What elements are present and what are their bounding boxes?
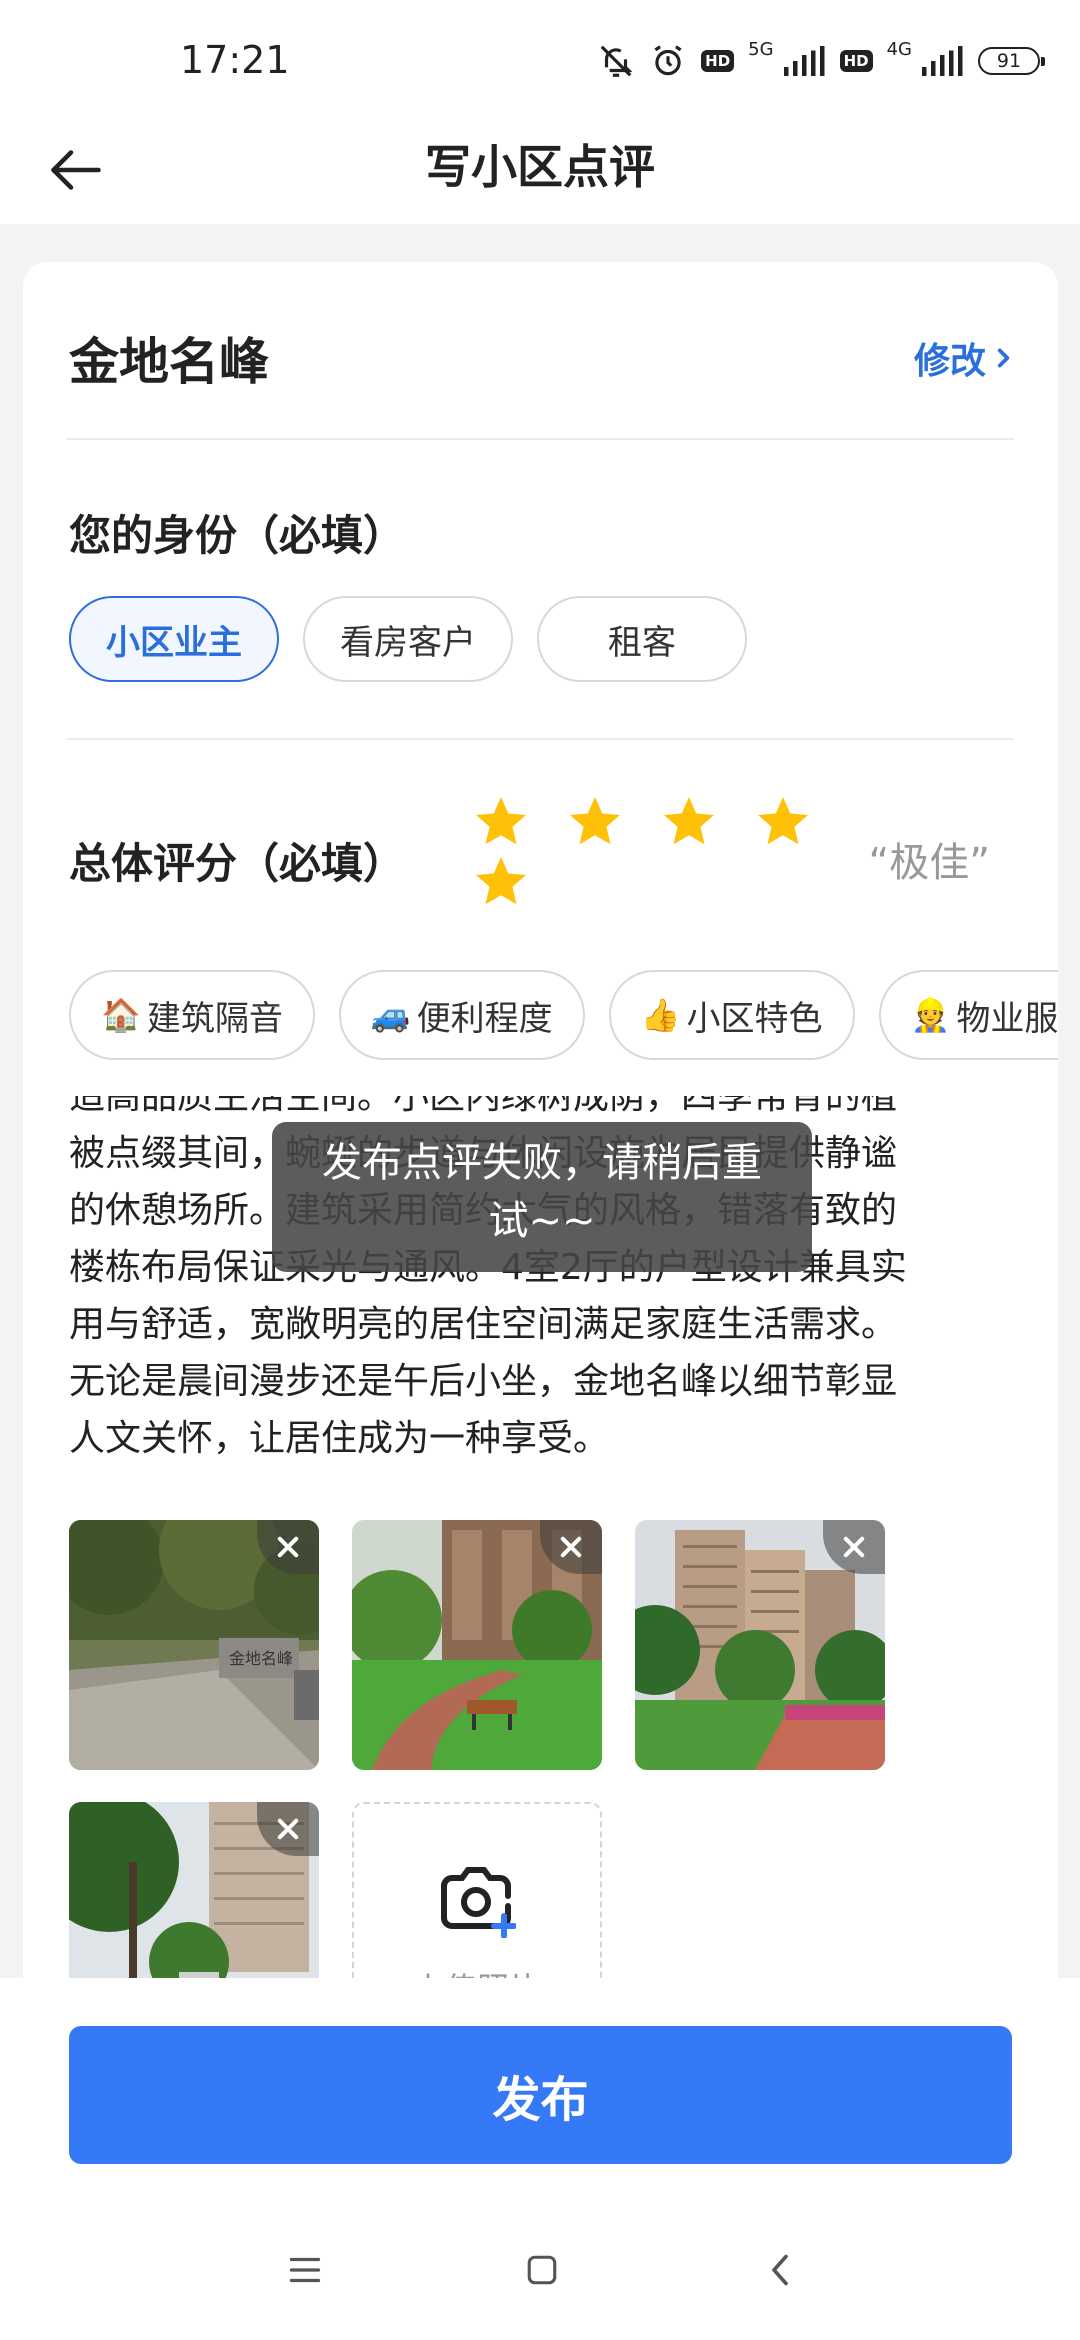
camera-add-icon <box>441 1867 516 1938</box>
car-icon: 🚙 <box>370 996 411 1034</box>
status-time: 17:21 <box>180 38 290 82</box>
error-toast: 发布点评失败，请稍后重试~~ <box>272 1122 812 1272</box>
star-icon[interactable] <box>565 792 625 852</box>
review-line: 无论是晨间漫步还是午后小坐，金地名峰以细节彰显 <box>69 1361 898 1402</box>
network-4g-label: 4G <box>886 38 912 60</box>
community-name: 金地名峰 <box>69 333 269 391</box>
hd-badge-2: HD <box>839 50 873 72</box>
signal-icon-2 <box>922 46 964 76</box>
identity-options: 小区业主 看房客户 租客 <box>69 596 747 682</box>
star-icon[interactable] <box>659 792 719 852</box>
star-icon[interactable] <box>471 852 531 912</box>
edit-community-link[interactable]: 修改 <box>914 332 1016 384</box>
battery-icon: 91 <box>978 47 1045 75</box>
rating-title: 总体评分（必填） <box>69 839 406 888</box>
close-icon <box>277 1536 299 1558</box>
back-nav-button[interactable] <box>740 2230 820 2310</box>
divider <box>67 738 1014 740</box>
photo-garden-path[interactable] <box>352 1520 602 1770</box>
thumbs-up-icon: 👍 <box>640 996 681 1034</box>
system-nav-bar <box>0 2230 1080 2310</box>
star-icon[interactable] <box>471 792 531 852</box>
close-icon <box>843 1536 865 1558</box>
alarm-icon <box>649 42 687 80</box>
identity-visitor-chip[interactable]: 看房客户 <box>303 596 513 682</box>
tag-property-service[interactable]: 👷 物业服务 <box>878 970 1058 1060</box>
review-line: 人文关怀，让居住成为一种享受。 <box>69 1418 610 1459</box>
signal-icon <box>783 46 826 76</box>
mute-bell-icon <box>597 42 635 80</box>
home-square-icon <box>527 2255 557 2285</box>
header: 写小区点评 <box>0 120 1080 224</box>
identity-title: 您的身份（必填） <box>69 511 406 560</box>
photo-entrance[interactable]: 金地名峰 <box>69 1520 319 1770</box>
identity-owner-chip[interactable]: 小区业主 <box>69 596 279 682</box>
review-line: 造高品质生活空间。小区内绿树成荫，四季常青的植 <box>69 1096 898 1117</box>
chevron-right-icon <box>997 348 1010 368</box>
page-title: 写小区点评 <box>425 140 655 194</box>
star-rating <box>471 792 851 912</box>
review-line: 用与舒适，宽敞明亮的居住空间满足家庭生活需求。 <box>69 1304 898 1345</box>
chevron-left-icon <box>772 2254 788 2286</box>
bottom-bar: 发布 <box>0 1978 1080 2340</box>
status-icons: HD 5G HD 4G 91 <box>597 36 1045 86</box>
entrance-sign: 金地名峰 <box>229 1649 293 1668</box>
rating-text: “极佳” <box>868 840 990 886</box>
identity-tenant-chip[interactable]: 租客 <box>537 596 747 682</box>
photo-towers[interactable] <box>635 1520 885 1770</box>
tag-convenience[interactable]: 🚙 便利程度 <box>338 970 585 1060</box>
tag-label: 小区特色 <box>686 998 823 1039</box>
close-icon <box>560 1536 582 1558</box>
tag-label: 便利程度 <box>416 998 553 1039</box>
network-5g-label: 5G <box>748 38 774 60</box>
menu-icon <box>289 2257 321 2283</box>
tag-row: 🏠 建筑隔音 🚙 便利程度 👍 小区特色 👷 物业服务 <box>69 970 1058 1060</box>
house-icon: 🏠 <box>101 996 141 1034</box>
tag-features[interactable]: 👍 小区特色 <box>608 970 855 1060</box>
home-nav-button[interactable] <box>502 2230 582 2310</box>
tag-label: 物业服务 <box>956 998 1058 1039</box>
worker-icon: 👷 <box>910 996 951 1034</box>
divider <box>67 438 1014 440</box>
tag-sound-insulation[interactable]: 🏠 建筑隔音 <box>69 970 315 1060</box>
publish-button[interactable]: 发布 <box>69 2026 1012 2164</box>
star-icon[interactable] <box>753 792 813 852</box>
edit-label: 修改 <box>913 341 986 382</box>
status-bar: 17:21 HD 5G HD 4G 91 <box>0 0 1080 120</box>
hd-badge: HD <box>701 50 735 72</box>
tag-label: 建筑隔音 <box>146 998 283 1039</box>
close-icon <box>277 1818 299 1840</box>
menu-nav-button[interactable] <box>265 2230 345 2310</box>
